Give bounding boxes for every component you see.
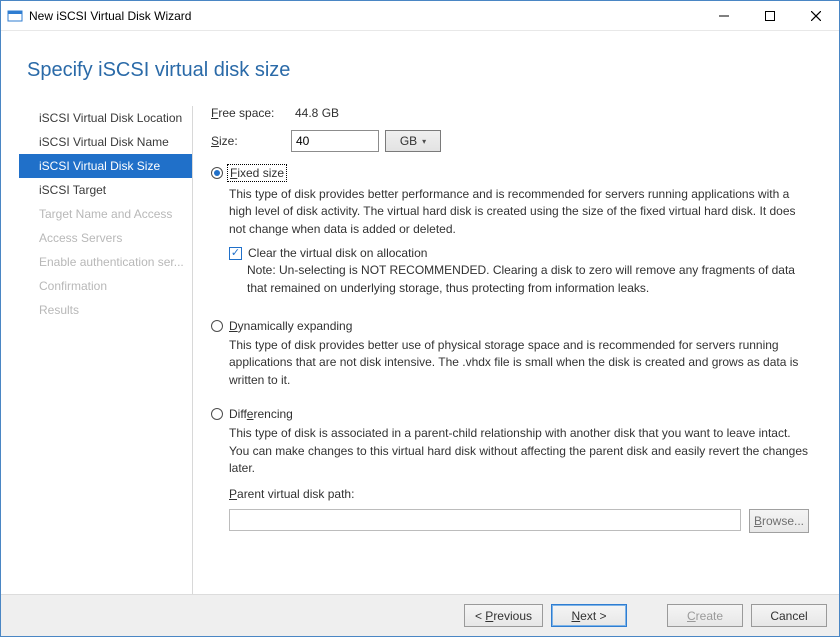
browse-button[interactable]: Browse... (749, 509, 809, 533)
main-panel: Free space: 44.8 GB Size: GB ▾ Fixed siz… (193, 106, 819, 594)
clear-disk-note: Note: Un-selecting is NOT RECOMMENDED. C… (247, 262, 809, 297)
radio-dynamic-label: Dynamically expanding (229, 319, 352, 333)
radio-fixed-size[interactable] (211, 167, 223, 179)
fixed-size-description: This type of disk provides better perfor… (229, 186, 809, 238)
next-button[interactable]: Next > (551, 604, 627, 627)
wizard-steps-nav: iSCSI Virtual Disk LocationiSCSI Virtual… (19, 106, 193, 594)
minimize-button[interactable] (701, 1, 747, 30)
page-title: Specify iSCSI virtual disk size (1, 31, 839, 82)
parent-path-input[interactable] (229, 509, 741, 531)
radio-dynamic[interactable] (211, 320, 223, 332)
size-unit-value: GB (400, 134, 417, 148)
radio-differencing-label: Differencing (229, 407, 293, 421)
wizard-window: New iSCSI Virtual Disk Wizard Specify iS… (0, 0, 840, 637)
wizard-step: Access Servers (19, 226, 192, 250)
chevron-down-icon: ▾ (422, 137, 426, 146)
window-controls (701, 1, 839, 30)
wizard-step: Confirmation (19, 274, 192, 298)
free-space-label: Free space: (211, 106, 291, 120)
cancel-button[interactable]: Cancel (751, 604, 827, 627)
wizard-step: Target Name and Access (19, 202, 192, 226)
close-button[interactable] (793, 1, 839, 30)
radio-differencing[interactable] (211, 408, 223, 420)
titlebar: New iSCSI Virtual Disk Wizard (1, 1, 839, 31)
wizard-step[interactable]: iSCSI Virtual Disk Name (19, 130, 192, 154)
maximize-button[interactable] (747, 1, 793, 30)
clear-disk-checkbox[interactable]: ✓ (229, 247, 242, 260)
previous-button[interactable]: < Previous (464, 604, 543, 627)
wizard-step[interactable]: iSCSI Virtual Disk Location (19, 106, 192, 130)
wizard-step[interactable]: iSCSI Virtual Disk Size (19, 154, 192, 178)
radio-fixed-size-label: Fixed size (227, 164, 287, 182)
footer-buttons: < Previous Next > Create Cancel (1, 594, 839, 636)
app-icon (7, 8, 23, 24)
window-title: New iSCSI Virtual Disk Wizard (29, 9, 701, 23)
size-label: Size: (211, 134, 291, 148)
wizard-step: Enable authentication ser... (19, 250, 192, 274)
parent-path-label: Parent virtual disk path: (229, 487, 809, 501)
size-unit-select[interactable]: GB ▾ (385, 130, 441, 152)
dynamic-description: This type of disk provides better use of… (229, 337, 809, 389)
size-input[interactable] (291, 130, 379, 152)
wizard-step: Results (19, 298, 192, 322)
create-button[interactable]: Create (667, 604, 743, 627)
clear-disk-label: Clear the virtual disk on allocation (248, 246, 427, 260)
differencing-description: This type of disk is associated in a par… (229, 425, 809, 477)
wizard-step[interactable]: iSCSI Target (19, 178, 192, 202)
free-space-value: 44.8 GB (295, 106, 339, 120)
